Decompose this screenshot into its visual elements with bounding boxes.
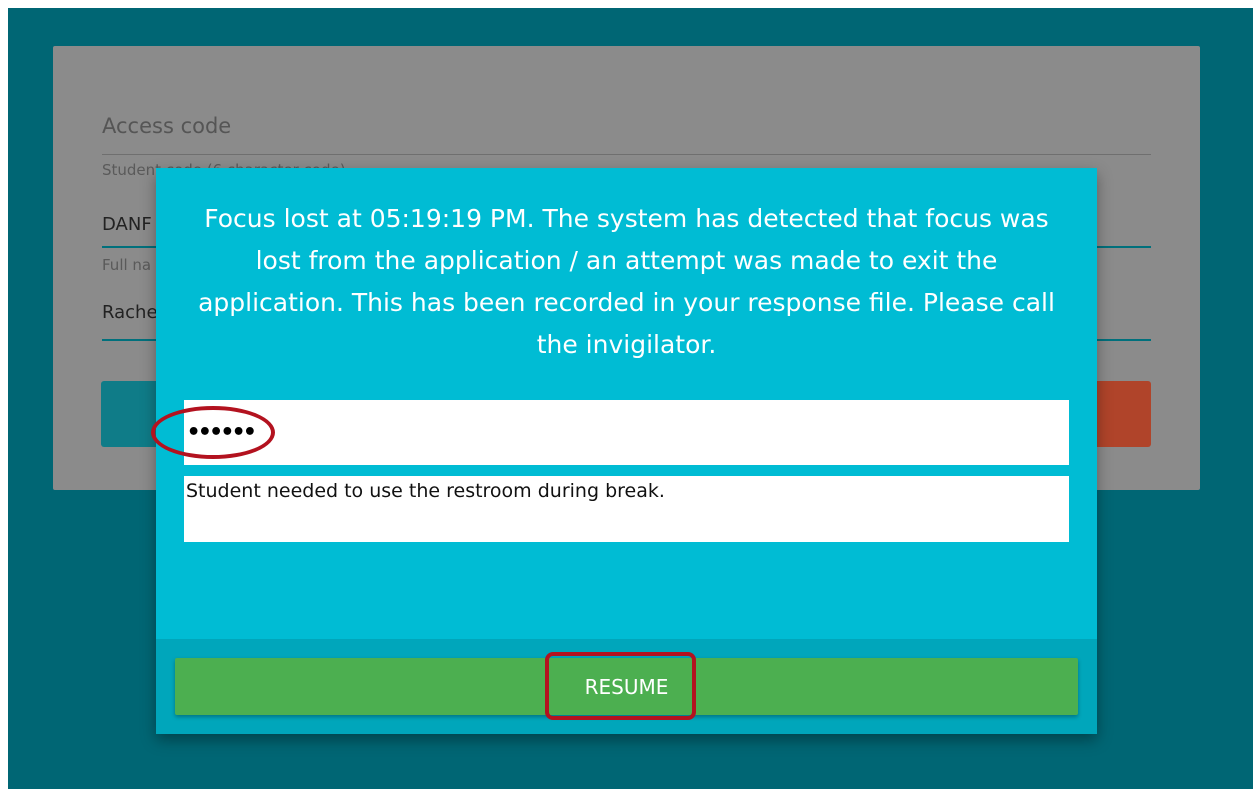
focus-lost-message: Focus lost at 05:19:19 PM. The system ha… (198, 204, 1055, 359)
heading-divider (102, 154, 1151, 155)
focus-lost-dialog: Focus lost at 05:19:19 PM. The system ha… (156, 168, 1097, 734)
invigilator-pin-input[interactable] (184, 400, 1069, 465)
full-name-label: Full na (102, 256, 152, 274)
full-name-value[interactable]: Rache (102, 302, 158, 323)
resume-button[interactable]: RESUME (175, 658, 1078, 715)
dialog-footer: RESUME (156, 639, 1097, 734)
reason-input[interactable]: Student needed to use the restroom durin… (184, 476, 1069, 542)
access-code-heading: Access code (102, 114, 232, 138)
student-code-value[interactable]: DANF (102, 214, 152, 235)
